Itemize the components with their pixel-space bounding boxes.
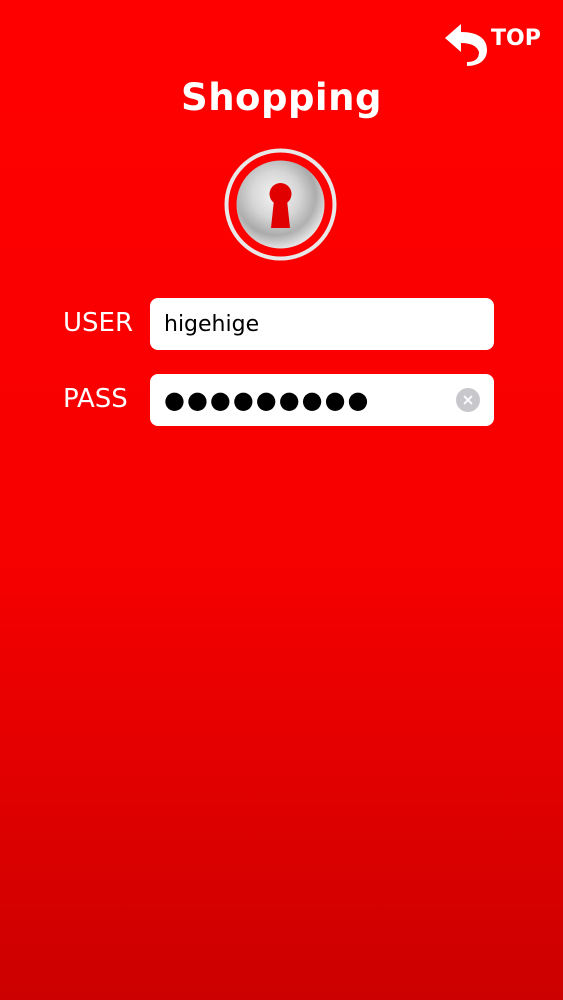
user-input[interactable]	[164, 311, 480, 337]
top-button[interactable]: TOP	[441, 18, 547, 66]
page-title: Shopping	[181, 76, 382, 119]
top-button-label: TOP	[491, 25, 541, 51]
clear-icon[interactable]	[456, 388, 480, 412]
login-screen: TOP Shopping USER higehige PASS ●●●●●●●●…	[0, 0, 563, 1000]
keyhole-lock-icon	[224, 148, 337, 261]
pass-field[interactable]: ●●●●●●●●●	[150, 374, 494, 426]
password-input[interactable]: ●●●●●●●●●	[164, 386, 456, 414]
return-arrow-icon	[445, 24, 487, 66]
pass-label: PASS	[63, 384, 128, 414]
user-label: USER	[63, 308, 134, 338]
user-field[interactable]	[150, 298, 494, 350]
